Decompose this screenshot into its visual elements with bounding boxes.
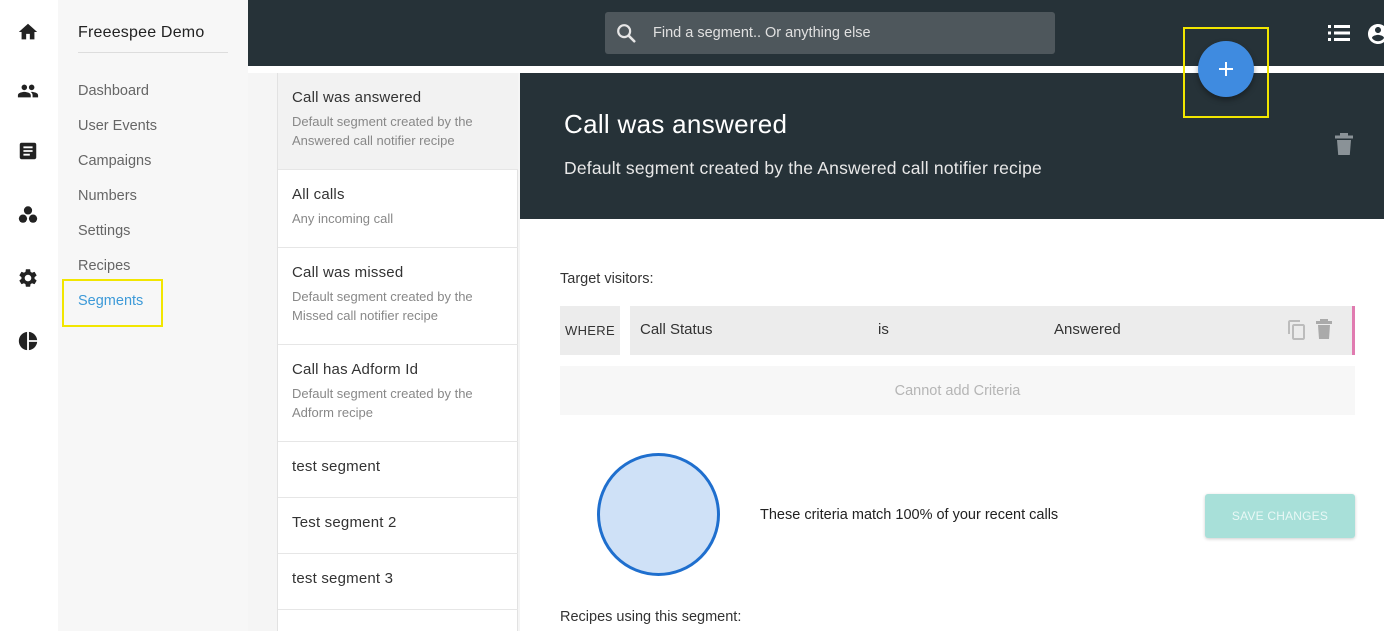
segment-description-header: Default segment created by the Answered …: [564, 158, 1042, 178]
segment-detail-body: Target visitors: WHERE Call Status is An…: [520, 219, 1384, 631]
criteria-field[interactable]: Call Status: [640, 321, 713, 338]
list-item[interactable]: All calls Any incoming call: [278, 170, 518, 248]
nav-item-user-events[interactable]: User Events: [78, 118, 157, 134]
delete-segment-icon[interactable]: [1334, 133, 1354, 155]
segment-name: Call was missed: [292, 264, 404, 281]
icon-rail: [0, 0, 58, 631]
segment-description: Any incoming call: [292, 211, 394, 226]
segment-description: Default segment created by the Answered …: [292, 114, 473, 148]
list-item[interactable]: test segment 3: [278, 554, 518, 610]
delete-criteria-icon[interactable]: [1315, 319, 1333, 339]
highlight-box-segments: [62, 279, 163, 327]
nav-item-numbers[interactable]: Numbers: [78, 188, 137, 204]
add-criteria-button[interactable]: Cannot add Criteria: [560, 366, 1355, 415]
highlight-box-add: [1183, 27, 1269, 118]
list-item[interactable]: Test segment 2: [278, 498, 518, 554]
search-input[interactable]: [653, 12, 1043, 54]
segments-icon[interactable]: [17, 204, 39, 226]
nav-item-campaigns[interactable]: Campaigns: [78, 153, 151, 169]
segment-name: test segment 3: [292, 570, 394, 587]
list-item[interactable]: test segment: [278, 442, 518, 498]
list-item[interactable]: Call was missed Default segment created …: [278, 248, 518, 345]
copy-icon[interactable]: [1288, 320, 1306, 340]
segment-name: test segment: [292, 458, 381, 475]
save-changes-button[interactable]: SAVE CHANGES: [1205, 494, 1355, 538]
list-item[interactable]: Call has Adform Id Default segment creat…: [278, 345, 518, 442]
nav-item-dashboard[interactable]: Dashboard: [78, 83, 149, 99]
gear-icon[interactable]: [17, 267, 39, 289]
nav-item-recipes[interactable]: Recipes: [78, 258, 130, 274]
segment-title: Call was answered: [564, 109, 788, 139]
segment-list: Call was answered Default segment create…: [277, 73, 518, 631]
match-circle: [597, 453, 720, 576]
search-bar: [605, 12, 1055, 54]
criteria-row: Call Status is Answered: [630, 306, 1355, 355]
search-icon: [615, 22, 637, 44]
home-icon[interactable]: [17, 21, 39, 43]
segment-name: Test segment 2: [292, 514, 397, 531]
list-icon[interactable]: [1328, 23, 1350, 43]
segment-description: Default segment created by the Missed ca…: [292, 289, 473, 323]
account-title: Freeespee Demo: [78, 24, 228, 53]
recipes-using-segment-label: Recipes using this segment:: [560, 609, 742, 625]
criteria-value[interactable]: Answered: [1054, 321, 1121, 338]
nav-item-settings[interactable]: Settings: [78, 223, 130, 239]
pie-chart-icon[interactable]: [17, 330, 39, 352]
criteria-operator[interactable]: is: [878, 321, 889, 338]
target-visitors-label: Target visitors:: [560, 271, 654, 287]
segment-name: All calls: [292, 186, 345, 203]
match-summary: These criteria match 100% of your recent…: [760, 507, 1059, 523]
where-label: WHERE: [560, 306, 620, 355]
people-icon[interactable]: [17, 80, 39, 102]
list-item[interactable]: Call was answered Default segment create…: [278, 73, 518, 170]
segment-name: Call was answered: [292, 89, 422, 106]
account-icon[interactable]: [1366, 22, 1384, 44]
segment-name: Call has Adform Id: [292, 361, 419, 378]
segment-description: Default segment created by the Adform re…: [292, 386, 473, 420]
document-icon[interactable]: [17, 140, 39, 162]
